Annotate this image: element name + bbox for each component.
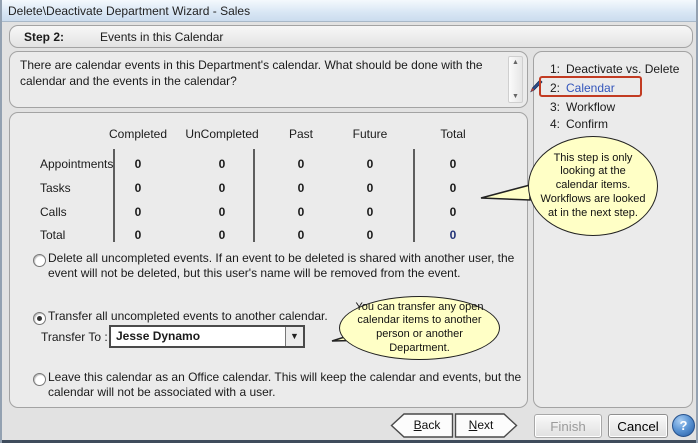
radio-leave-calendar[interactable] (33, 373, 46, 386)
table-cell: 0 (366, 181, 374, 195)
wizard-window: Delete\Deactivate Department Wizard - Sa… (0, 0, 698, 443)
cancel-button[interactable]: Cancel (608, 414, 668, 438)
table-cell-grand-total: 0 (449, 228, 457, 242)
step-item-confirm[interactable]: Confirm (560, 117, 608, 131)
column-header: UnCompleted (185, 127, 259, 141)
finish-button[interactable]: Finish (534, 414, 602, 438)
step-number: 1: (549, 61, 560, 76)
radio-delete-events-label[interactable]: Delete all uncompleted events. If an eve… (48, 251, 535, 282)
callout-tail (480, 184, 531, 201)
step-number: 3: (549, 99, 560, 114)
question-icon: ? (679, 418, 688, 433)
step-title: Events in this Calendar (100, 29, 224, 44)
table-cell: 0 (218, 181, 226, 195)
table-cell: 0 (218, 157, 226, 171)
main-panel: Completed UnCompleted Past Future Total … (9, 112, 528, 408)
description-text: There are calendar events in this Depart… (20, 58, 483, 88)
table-cell: 0 (218, 228, 226, 242)
step-item-row-current: 2: Calendar (530, 76, 692, 97)
radio-transfer-events[interactable] (33, 312, 46, 325)
transfer-to-value: Jesse Dynamo (116, 329, 201, 343)
callout-transfer-note: You can transfer any open calendar items… (339, 296, 500, 360)
table-cell: 0 (366, 157, 374, 171)
table-cell: 0 (366, 205, 374, 219)
step-item-row: 4: Confirm (534, 114, 692, 133)
help-button[interactable]: ? (672, 414, 695, 437)
column-header: Completed (108, 127, 168, 141)
column-header: Total (440, 127, 466, 141)
column-header: Future (352, 127, 388, 141)
scroll-up-icon[interactable]: ▲ (509, 59, 522, 66)
table-cell: 0 (134, 157, 142, 171)
radio-leave-calendar-label[interactable]: Leave this calendar as an Office calenda… (48, 370, 535, 401)
table-cell: 0 (449, 157, 457, 171)
table-cell: 0 (134, 181, 142, 195)
step-number: 4: (549, 116, 560, 131)
step-item-workflow[interactable]: Workflow (560, 100, 615, 114)
transfer-to-label: Transfer To : (41, 330, 108, 344)
description-panel: There are calendar events in this Depart… (9, 51, 528, 108)
callout-step-note: This step is only looking at the calenda… (528, 136, 658, 236)
back-button-label: Back (413, 418, 441, 432)
transfer-to-dropdown[interactable]: Jesse Dynamo ▼ (109, 325, 305, 348)
titlebar[interactable]: Delete\Deactivate Department Wizard - Sa… (2, 0, 696, 22)
scroll-down-icon[interactable]: ▼ (509, 93, 522, 100)
table-cell: 0 (218, 205, 226, 219)
next-button[interactable]: Next (454, 413, 518, 438)
table-cell: 0 (134, 228, 142, 242)
radio-delete-events[interactable] (33, 254, 46, 267)
window-title: Delete\Deactivate Department Wizard - Sa… (8, 3, 251, 18)
description-scrollbar[interactable]: ▲ ▼ (508, 56, 523, 103)
step-item-deactivate-vs-delete[interactable]: Deactivate vs. Delete (560, 62, 679, 76)
table-cell: 0 (366, 228, 374, 242)
dropdown-arrow-icon[interactable]: ▼ (285, 327, 303, 346)
current-step-highlight (539, 76, 642, 97)
table-cell: 0 (134, 205, 142, 219)
step-number-label: Step 2: (24, 29, 65, 44)
table-cell: 0 (449, 205, 457, 219)
next-button-label: Next (468, 418, 494, 432)
step-header: Step 2: Events in this Calendar (9, 25, 693, 48)
back-button[interactable]: Back (390, 413, 454, 438)
